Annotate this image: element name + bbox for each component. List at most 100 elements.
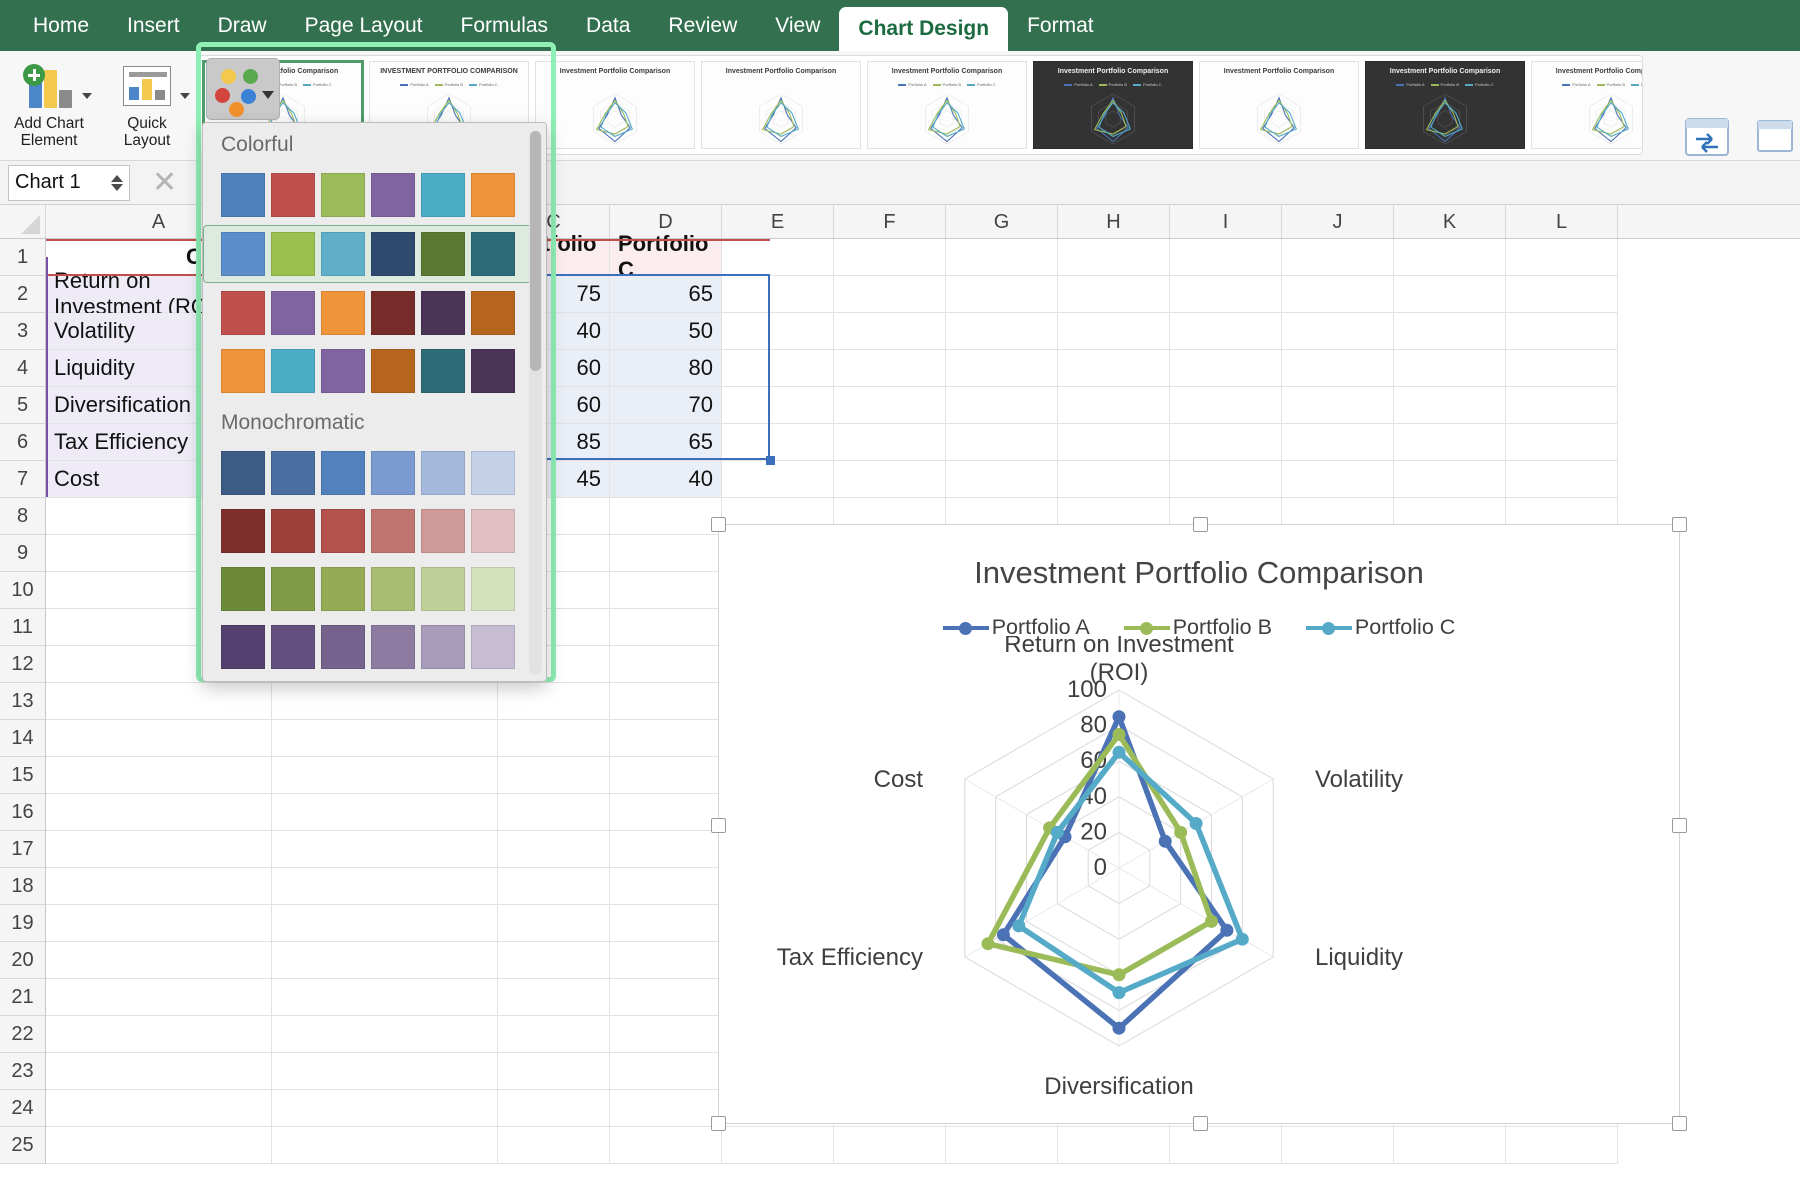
palette-swatch[interactable] bbox=[371, 291, 415, 335]
cell[interactable] bbox=[610, 794, 722, 831]
palette-row[interactable] bbox=[203, 225, 540, 283]
row-header-21[interactable]: 21 bbox=[0, 979, 46, 1016]
cell[interactable] bbox=[46, 831, 272, 868]
chart-handle-n[interactable] bbox=[1193, 517, 1208, 532]
cell[interactable] bbox=[46, 868, 272, 905]
cell[interactable] bbox=[272, 720, 498, 757]
palette-swatch[interactable] bbox=[421, 291, 465, 335]
chart-style-thumbnail[interactable]: Investment Portfolio Comparison Portfolio… bbox=[1033, 61, 1193, 149]
cell[interactable] bbox=[834, 424, 946, 461]
cell[interactable]: 80 bbox=[610, 350, 722, 387]
cell[interactable] bbox=[1394, 424, 1506, 461]
cell[interactable] bbox=[946, 1127, 1058, 1164]
cell[interactable] bbox=[498, 1016, 610, 1053]
cell[interactable]: 50 bbox=[610, 313, 722, 350]
stepper-up-icon[interactable] bbox=[111, 174, 123, 182]
chart-color-dropdown-list[interactable]: Colorful Monochromatic bbox=[203, 123, 546, 681]
palette-swatch[interactable] bbox=[471, 451, 515, 495]
cell[interactable] bbox=[610, 646, 722, 683]
palette-swatch[interactable] bbox=[321, 232, 365, 276]
palette-swatch[interactable] bbox=[271, 349, 315, 393]
chevron-down-icon[interactable] bbox=[82, 93, 92, 99]
cell[interactable] bbox=[272, 831, 498, 868]
cell[interactable] bbox=[1170, 276, 1282, 313]
cell[interactable] bbox=[1282, 424, 1394, 461]
cell[interactable] bbox=[610, 905, 722, 942]
cell[interactable] bbox=[1170, 239, 1282, 276]
cell[interactable] bbox=[272, 757, 498, 794]
stepper-down-icon[interactable] bbox=[111, 183, 123, 191]
cell[interactable] bbox=[722, 276, 834, 313]
cell[interactable]: 40 bbox=[610, 461, 722, 498]
cell[interactable] bbox=[610, 979, 722, 1016]
table-row[interactable] bbox=[46, 1127, 1618, 1164]
palette-row[interactable] bbox=[203, 343, 540, 399]
cell[interactable] bbox=[1506, 424, 1618, 461]
palette-swatch[interactable] bbox=[471, 291, 515, 335]
row-header-4[interactable]: 4 bbox=[0, 350, 46, 387]
palette-swatch[interactable] bbox=[421, 509, 465, 553]
cell[interactable] bbox=[1058, 461, 1170, 498]
column-header-I[interactable]: I bbox=[1170, 205, 1282, 238]
cell[interactable] bbox=[1170, 424, 1282, 461]
column-header-J[interactable]: J bbox=[1282, 205, 1394, 238]
row-header-15[interactable]: 15 bbox=[0, 757, 46, 794]
palette-swatch[interactable] bbox=[371, 349, 415, 393]
cell[interactable] bbox=[46, 1053, 272, 1090]
cell[interactable] bbox=[1170, 313, 1282, 350]
chart-style-thumbnail[interactable]: Investment Portfolio Comparison Portfolio… bbox=[1365, 61, 1525, 149]
cell[interactable] bbox=[1282, 276, 1394, 313]
cell[interactable] bbox=[722, 387, 834, 424]
cancel-icon[interactable]: ✕ bbox=[152, 167, 177, 198]
cell[interactable] bbox=[498, 720, 610, 757]
cell[interactable] bbox=[834, 350, 946, 387]
column-header-G[interactable]: G bbox=[946, 205, 1058, 238]
palette-swatch[interactable] bbox=[321, 291, 365, 335]
palette-swatch[interactable] bbox=[421, 173, 465, 217]
palette-row[interactable] bbox=[203, 619, 540, 675]
add-chart-element-button[interactable]: Add Chart Element bbox=[0, 57, 98, 149]
cell[interactable] bbox=[1058, 350, 1170, 387]
cell[interactable] bbox=[834, 313, 946, 350]
cell[interactable] bbox=[722, 424, 834, 461]
palette-swatch[interactable] bbox=[271, 625, 315, 669]
chart-handle-sw[interactable] bbox=[711, 1116, 726, 1131]
cell[interactable] bbox=[46, 942, 272, 979]
chart-handle-w[interactable] bbox=[711, 818, 726, 833]
cell[interactable] bbox=[1170, 461, 1282, 498]
cell[interactable] bbox=[498, 905, 610, 942]
cell[interactable] bbox=[272, 1016, 498, 1053]
cell[interactable] bbox=[1058, 387, 1170, 424]
cell[interactable] bbox=[498, 1090, 610, 1127]
ribbon-tab-review[interactable]: Review bbox=[649, 0, 756, 51]
cell[interactable] bbox=[1170, 350, 1282, 387]
cell[interactable] bbox=[610, 498, 722, 535]
palette-swatch[interactable] bbox=[471, 349, 515, 393]
range-handle[interactable] bbox=[766, 456, 775, 465]
quick-layout-button[interactable]: Quick Layout bbox=[98, 57, 196, 149]
cell[interactable] bbox=[498, 794, 610, 831]
row-header-23[interactable]: 23 bbox=[0, 1053, 46, 1090]
ribbon-tab-page-layout[interactable]: Page Layout bbox=[286, 0, 442, 51]
cell[interactable] bbox=[610, 683, 722, 720]
palette-swatch[interactable] bbox=[271, 567, 315, 611]
ribbon-tab-insert[interactable]: Insert bbox=[108, 0, 199, 51]
cell[interactable]: Portfolio C bbox=[610, 231, 722, 282]
ribbon-tab-home[interactable]: Home bbox=[14, 0, 108, 51]
palette-swatch[interactable] bbox=[321, 349, 365, 393]
cell[interactable] bbox=[1506, 350, 1618, 387]
cell[interactable] bbox=[1506, 276, 1618, 313]
column-header-F[interactable]: F bbox=[834, 205, 946, 238]
palette-swatch[interactable] bbox=[421, 625, 465, 669]
cell[interactable] bbox=[1506, 313, 1618, 350]
palette-swatch[interactable] bbox=[321, 451, 365, 495]
cell[interactable] bbox=[1506, 239, 1618, 276]
cell[interactable] bbox=[1058, 313, 1170, 350]
cell[interactable] bbox=[1282, 461, 1394, 498]
column-header-L[interactable]: L bbox=[1506, 205, 1618, 238]
cell[interactable] bbox=[46, 905, 272, 942]
cell[interactable] bbox=[272, 1127, 498, 1164]
row-header-18[interactable]: 18 bbox=[0, 868, 46, 905]
cell[interactable] bbox=[722, 313, 834, 350]
palette-row[interactable] bbox=[203, 167, 540, 223]
